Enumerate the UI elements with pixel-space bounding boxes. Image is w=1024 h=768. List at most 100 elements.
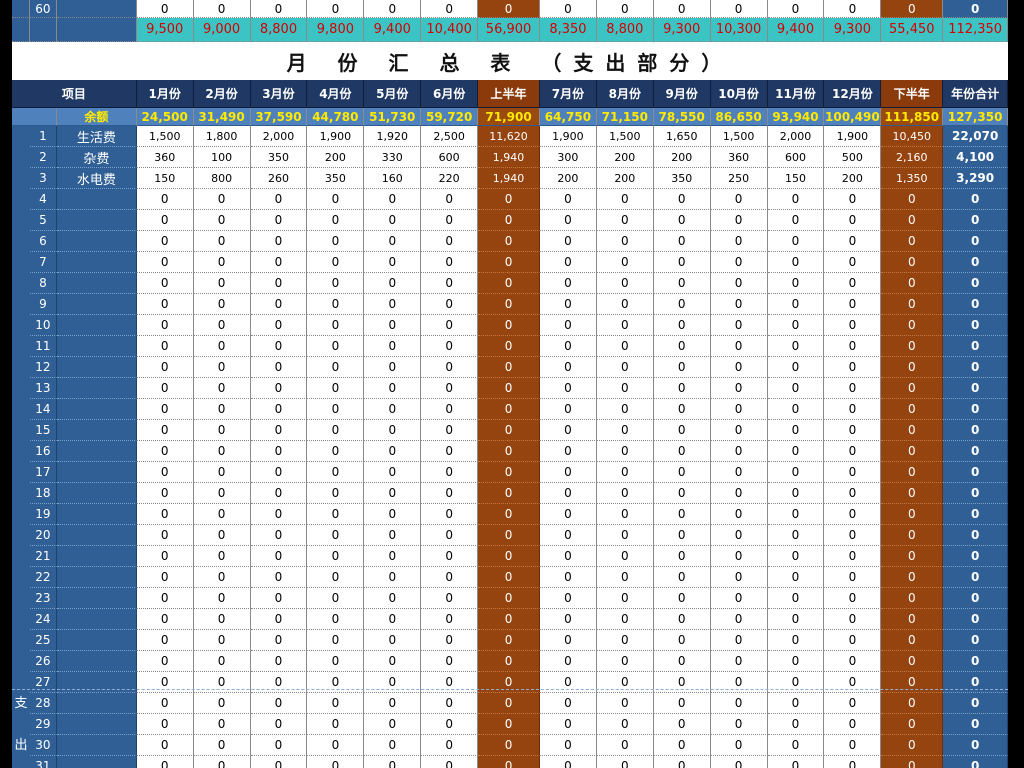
row-value-cell[interactable]: 0 (710, 357, 768, 378)
row-value-cell[interactable]: 0 (881, 756, 944, 768)
row-value-cell[interactable]: 0 (539, 420, 597, 441)
row-value-cell[interactable]: 0 (596, 273, 654, 294)
row-value-cell[interactable]: 0 (364, 357, 422, 378)
row-value-cell[interactable]: 0 (767, 294, 825, 315)
header-column[interactable]: 1月份 (136, 80, 194, 108)
row-value-cell[interactable]: 0 (710, 189, 768, 210)
row-value-cell[interactable]: 200 (307, 147, 365, 168)
prev-row60-cell[interactable]: 0 (307, 0, 365, 18)
row-value-cell[interactable]: 0 (943, 756, 1008, 768)
row-number[interactable]: 5 (29, 210, 57, 231)
row-value-cell[interactable]: 0 (653, 231, 711, 252)
row-value-cell[interactable]: 0 (596, 609, 654, 630)
row-value-cell[interactable]: 3,290 (943, 168, 1008, 189)
header-column[interactable]: 5月份 (364, 80, 422, 108)
row-value-cell[interactable]: 0 (943, 588, 1008, 609)
row-value-cell[interactable]: 0 (193, 588, 251, 609)
header-column[interactable]: 3月份 (250, 80, 308, 108)
prev-row60-cell[interactable]: 0 (767, 0, 825, 18)
row-value-cell[interactable]: 0 (364, 189, 422, 210)
prev-total-cell[interactable]: 9,300 (824, 18, 882, 42)
row-value-cell[interactable]: 0 (710, 630, 768, 651)
row-value-cell[interactable]: 0 (307, 294, 365, 315)
row-name[interactable] (56, 588, 137, 609)
row-value-cell[interactable]: 0 (364, 273, 422, 294)
prev-totals-name[interactable] (56, 18, 137, 42)
row-value-cell[interactable]: 0 (539, 336, 597, 357)
balance-cell[interactable]: 71,900 (478, 108, 540, 126)
row-value-cell[interactable]: 0 (596, 399, 654, 420)
row-name[interactable] (56, 357, 137, 378)
row-value-cell[interactable]: 0 (136, 210, 194, 231)
row-value-cell[interactable]: 0 (824, 546, 882, 567)
row-value-cell[interactable]: 0 (478, 525, 540, 546)
header-item[interactable]: 项目 (12, 80, 137, 108)
row-value-cell[interactable]: 1,500 (596, 126, 654, 147)
row-value-cell[interactable]: 0 (596, 336, 654, 357)
row-value-cell[interactable]: 0 (943, 315, 1008, 336)
row-value-cell[interactable]: 0 (767, 630, 825, 651)
row-value-cell[interactable]: 0 (307, 336, 365, 357)
row-value-cell[interactable]: 0 (881, 735, 944, 756)
prev-total-cell[interactable]: 9,000 (193, 18, 251, 42)
prev-row60-cell[interactable]: 0 (364, 0, 422, 18)
row-number[interactable]: 2 (29, 147, 57, 168)
row-value-cell[interactable]: 0 (478, 546, 540, 567)
row-value-cell[interactable]: 0 (478, 630, 540, 651)
row-name[interactable] (56, 420, 137, 441)
row-value-cell[interactable]: 0 (767, 735, 825, 756)
row-value-cell[interactable]: 0 (767, 756, 825, 768)
row-value-cell[interactable]: 0 (881, 252, 944, 273)
row-value-cell[interactable]: 0 (478, 609, 540, 630)
row-value-cell[interactable]: 0 (824, 735, 882, 756)
row-value-cell[interactable]: 0 (539, 630, 597, 651)
row-value-cell[interactable]: 0 (943, 735, 1008, 756)
row-number[interactable]: 25 (29, 630, 57, 651)
row-value-cell[interactable]: 0 (824, 315, 882, 336)
row-value-cell[interactable]: 0 (824, 567, 882, 588)
prev-total-cell[interactable]: 112,350 (943, 18, 1008, 42)
row-value-cell[interactable]: 0 (136, 714, 194, 735)
row-value-cell[interactable]: 0 (136, 651, 194, 672)
row-value-cell[interactable]: 0 (364, 336, 422, 357)
row-name[interactable]: 生活费 (56, 126, 137, 147)
row-value-cell[interactable]: 0 (824, 651, 882, 672)
row-value-cell[interactable]: 0 (364, 462, 422, 483)
row-number[interactable]: 12 (29, 357, 57, 378)
row-value-cell[interactable]: 0 (653, 441, 711, 462)
prev-row60-cell[interactable]: 0 (710, 0, 768, 18)
row-value-cell[interactable]: 0 (250, 588, 308, 609)
row-value-cell[interactable]: 0 (653, 609, 711, 630)
row-value-cell[interactable]: 0 (364, 294, 422, 315)
row-value-cell[interactable]: 0 (364, 504, 422, 525)
balance-cell[interactable]: 93,940 (767, 108, 825, 126)
row-value-cell[interactable]: 1,920 (364, 126, 422, 147)
row-value-cell[interactable]: 0 (364, 588, 422, 609)
row-value-cell[interactable]: 0 (307, 483, 365, 504)
row-value-cell[interactable]: 0 (653, 651, 711, 672)
row-value-cell[interactable]: 2,500 (421, 126, 479, 147)
row-name[interactable] (56, 441, 137, 462)
row-value-cell[interactable]: 10,450 (881, 126, 944, 147)
row-value-cell[interactable]: 1,800 (193, 126, 251, 147)
row-value-cell[interactable]: 0 (421, 252, 479, 273)
row-value-cell[interactable]: 0 (421, 210, 479, 231)
row-value-cell[interactable]: 0 (539, 189, 597, 210)
row-value-cell[interactable]: 0 (250, 714, 308, 735)
row-value-cell[interactable]: 0 (824, 399, 882, 420)
row-value-cell[interactable]: 0 (364, 693, 422, 714)
row-value-cell[interactable]: 0 (943, 525, 1008, 546)
row-value-cell[interactable]: 0 (421, 441, 479, 462)
row-value-cell[interactable]: 1,940 (478, 168, 540, 189)
row-value-cell[interactable]: 0 (478, 294, 540, 315)
prev-row-number[interactable]: 60 (29, 0, 57, 18)
row-value-cell[interactable]: 0 (710, 714, 768, 735)
row-value-cell[interactable]: 0 (478, 399, 540, 420)
prev-row60-cell[interactable]: 0 (881, 0, 944, 18)
row-value-cell[interactable]: 0 (193, 630, 251, 651)
row-value-cell[interactable]: 0 (250, 315, 308, 336)
row-name[interactable] (56, 378, 137, 399)
header-column[interactable]: 7月份 (539, 80, 597, 108)
row-value-cell[interactable]: 0 (653, 504, 711, 525)
row-value-cell[interactable]: 0 (136, 525, 194, 546)
